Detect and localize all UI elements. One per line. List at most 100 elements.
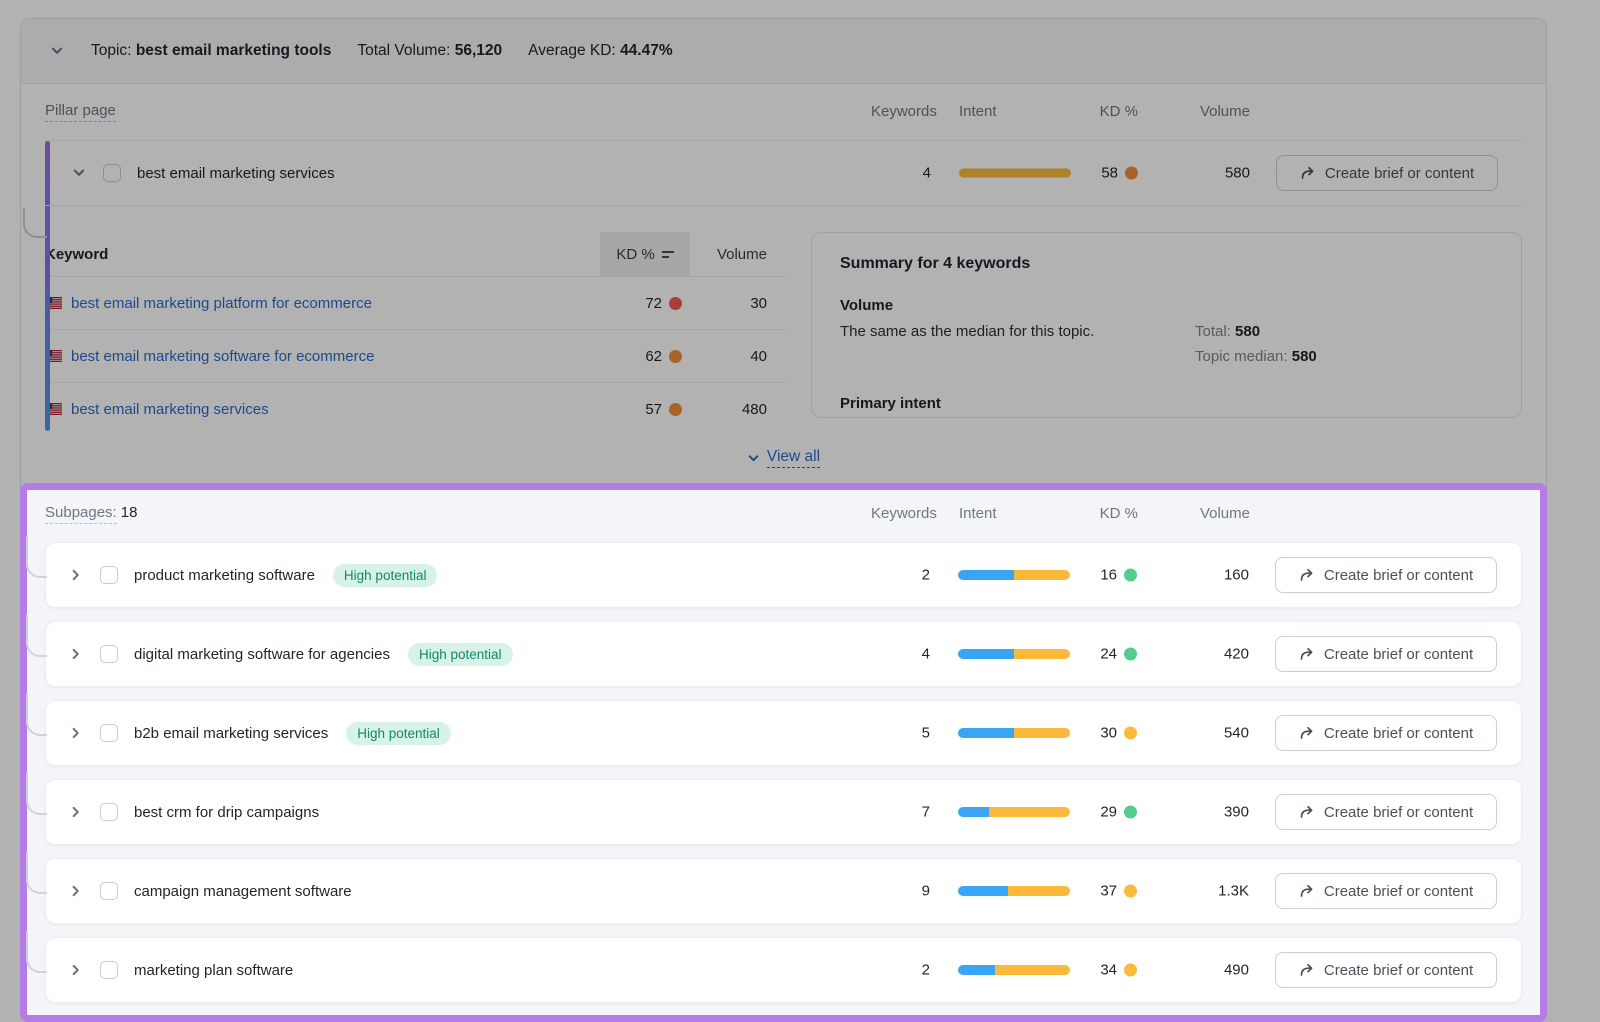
column-header-intent: Intent: [959, 505, 1071, 522]
kd-dot: [1124, 727, 1137, 740]
keyword-link[interactable]: best email marketing platform for ecomme…: [45, 295, 600, 312]
subpage-row: product marketing software High potentia…: [45, 542, 1522, 608]
primary-intent-heading: Primary intent: [840, 395, 1493, 412]
keywords-count: 5: [870, 725, 930, 742]
pillar-page-label: Pillar page: [45, 102, 116, 122]
subpage-row: digital marketing software for agencies …: [45, 621, 1522, 687]
column-header-volume: Volume: [1160, 103, 1250, 120]
subpage-row: campaign management software 9 37 1.3K C…: [45, 858, 1522, 924]
summary-stats: Total: 580 Topic median: 580: [1195, 323, 1317, 373]
summary-volume-note: The same as the median for this topic.: [840, 323, 1167, 373]
kd-value: 57: [600, 401, 690, 418]
subpages-count: 18: [121, 504, 138, 521]
keyword-link[interactable]: best email marketing software for ecomme…: [45, 348, 600, 365]
column-header-keywords: Keywords: [871, 505, 931, 522]
create-brief-button[interactable]: Create brief or content: [1275, 952, 1497, 988]
topic-header-bar: Topic: best email marketing tools Total …: [21, 19, 1546, 84]
column-header-intent: Intent: [959, 103, 1071, 120]
column-header-keywords: Keywords: [871, 103, 931, 120]
keyword-link[interactable]: best email marketing services: [45, 401, 600, 418]
intent-bar: [958, 965, 1070, 975]
volume-value: 480: [690, 401, 785, 418]
row-checkbox[interactable]: [100, 645, 118, 663]
keyword-column-header: Keyword: [45, 232, 600, 276]
volume-value: 420: [1159, 646, 1249, 663]
keyword-table-row: best email marketing software for ecomme…: [45, 330, 785, 383]
topic-panel: Topic: best email marketing tools Total …: [20, 18, 1547, 1022]
keyword-table: Keyword KD % Volume best ema: [45, 232, 785, 435]
kd-sort-header[interactable]: KD %: [600, 232, 690, 276]
row-checkbox[interactable]: [100, 803, 118, 821]
subpages-label: Subpages:: [45, 504, 117, 524]
row-checkbox[interactable]: [100, 724, 118, 742]
high-potential-badge: High potential: [408, 643, 513, 666]
pillar-title: best email marketing services: [137, 165, 335, 182]
kd-dot: [1124, 648, 1137, 661]
intent-bar: [958, 728, 1070, 738]
subpage-title: b2b email marketing services: [134, 725, 328, 742]
create-brief-button[interactable]: Create brief or content: [1275, 557, 1497, 593]
average-kd: Average KD: 44.47%: [528, 42, 673, 60]
keywords-count: 9: [870, 883, 930, 900]
keywords-count: 2: [870, 567, 930, 584]
summary-volume-heading: Volume: [840, 297, 1493, 314]
subpage-row: b2b email marketing services High potent…: [45, 700, 1522, 766]
intent-bar: [958, 570, 1070, 580]
sort-descending-icon: [662, 248, 674, 261]
volume-value: 580: [1160, 165, 1250, 182]
kd-dot: [669, 297, 682, 310]
chevron-right-icon[interactable]: [68, 567, 84, 583]
subpage-title: digital marketing software for agencies: [134, 646, 390, 663]
column-header-kd: KD %: [1063, 103, 1138, 120]
subpages-head: Subpages:18 Keywords Intent KD % Volume: [45, 504, 1522, 526]
subpage-row: best crm for drip campaigns 7 29 390 Cre…: [45, 779, 1522, 845]
kd-value: 34: [1062, 962, 1137, 979]
chevron-right-icon[interactable]: [68, 725, 84, 741]
create-brief-button[interactable]: Create brief or content: [1275, 794, 1497, 830]
create-brief-button[interactable]: Create brief or content: [1275, 636, 1497, 672]
kd-dot: [669, 403, 682, 416]
volume-value: 1.3K: [1159, 883, 1249, 900]
chevron-right-icon[interactable]: [68, 883, 84, 899]
volume-value: 490: [1159, 962, 1249, 979]
chevron-right-icon[interactable]: [68, 646, 84, 662]
tree-connector: [23, 208, 47, 238]
chevron-down-icon: [747, 452, 760, 465]
create-brief-button[interactable]: Create brief or content: [1276, 155, 1498, 191]
row-checkbox[interactable]: [100, 566, 118, 584]
keyword-table-row: best email marketing platform for ecomme…: [45, 277, 785, 330]
pillar-page-section: Pillar page Keywords Intent KD % Volume …: [21, 84, 1546, 481]
curved-arrow-icon: [1299, 646, 1315, 662]
summary-card: Summary for 4 keywords Volume The same a…: [811, 232, 1522, 418]
tree-connector: [26, 931, 47, 973]
keywords-count: 7: [870, 804, 930, 821]
summary-title: Summary for 4 keywords: [840, 255, 1493, 273]
view-all-link[interactable]: View all: [747, 448, 820, 468]
tree-connector: [26, 773, 47, 815]
subpage-title: campaign management software: [134, 883, 352, 900]
curved-arrow-icon: [1299, 567, 1315, 583]
row-checkbox[interactable]: [100, 882, 118, 900]
create-brief-button[interactable]: Create brief or content: [1275, 873, 1497, 909]
curved-arrow-icon: [1300, 165, 1316, 181]
kd-dot: [1124, 569, 1137, 582]
high-potential-badge: High potential: [346, 722, 451, 745]
chevron-down-icon[interactable]: [71, 165, 87, 181]
subpage-title: best crm for drip campaigns: [134, 804, 319, 821]
volume-value: 540: [1159, 725, 1249, 742]
create-brief-button[interactable]: Create brief or content: [1275, 715, 1497, 751]
chevron-right-icon[interactable]: [68, 804, 84, 820]
kd-value: 24: [1062, 646, 1137, 663]
tree-connector: [26, 694, 47, 736]
intent-bar: [958, 649, 1070, 659]
chevron-right-icon[interactable]: [68, 962, 84, 978]
collapse-topic-chevron-icon[interactable]: [49, 43, 65, 59]
intent-bar: [958, 807, 1070, 817]
row-checkbox[interactable]: [103, 164, 121, 182]
volume-column-header: Volume: [690, 232, 785, 276]
pillar-section-head: Pillar page Keywords Intent KD % Volume: [45, 102, 1522, 124]
curved-arrow-icon: [1299, 725, 1315, 741]
intent-bar: [958, 886, 1070, 896]
row-checkbox[interactable]: [100, 961, 118, 979]
topic-title: Topic: best email marketing tools: [91, 42, 331, 60]
